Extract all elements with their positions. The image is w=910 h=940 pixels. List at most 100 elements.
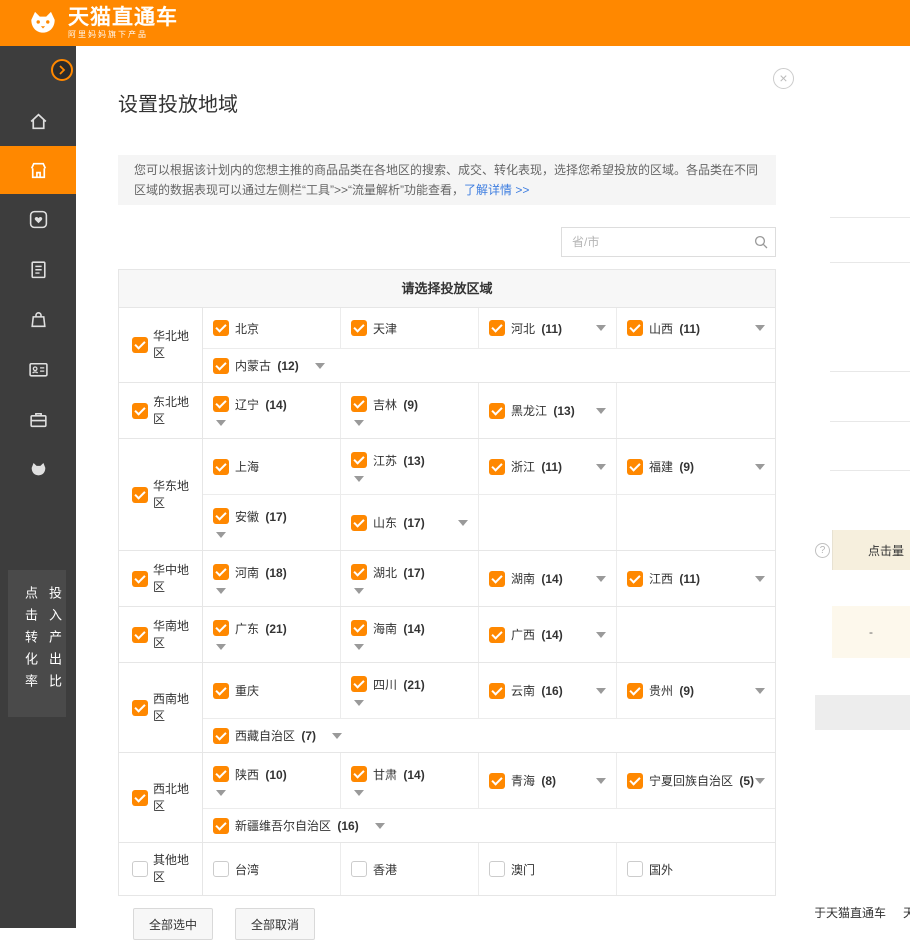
chevron-down-icon[interactable] — [216, 532, 226, 538]
province-cell[interactable]: 江苏 (13) — [341, 439, 479, 494]
chevron-down-icon[interactable] — [596, 464, 606, 470]
province-cell[interactable]: 山西 (11) — [617, 308, 775, 348]
chevron-down-icon[interactable] — [375, 823, 385, 829]
province-cell[interactable]: 贵州 (9) — [617, 663, 775, 718]
close-icon[interactable]: × — [773, 68, 794, 89]
province-cell[interactable]: 辽宁 (14) — [203, 383, 341, 438]
help-icon[interactable]: ? — [815, 543, 830, 558]
region-checkbox[interactable] — [132, 571, 148, 587]
province-checkbox[interactable] — [351, 515, 367, 531]
province-subrow[interactable]: 新疆维吾尔自治区 (16) — [203, 808, 775, 842]
sidebar-item-store[interactable] — [0, 294, 76, 344]
region-checkbox[interactable] — [132, 700, 148, 716]
province-cell[interactable]: 海南 (14) — [341, 607, 479, 662]
chevron-down-icon[interactable] — [755, 325, 765, 331]
province-checkbox[interactable] — [351, 396, 367, 412]
chevron-down-icon[interactable] — [354, 700, 364, 706]
region-checkbox[interactable] — [132, 627, 148, 643]
province-checkbox[interactable] — [213, 861, 229, 877]
sidebar-item-tmall-cat[interactable] — [0, 444, 76, 494]
province-cell[interactable]: 吉林 (9) — [341, 383, 479, 438]
chevron-down-icon[interactable] — [216, 588, 226, 594]
province-cell[interactable]: 甘肃 (14) — [341, 753, 479, 808]
sidebar-item-briefcase[interactable] — [0, 394, 76, 444]
province-checkbox[interactable] — [213, 620, 229, 636]
province-checkbox[interactable] — [213, 459, 229, 475]
province-checkbox[interactable] — [627, 683, 643, 699]
province-checkbox[interactable] — [489, 459, 505, 475]
chevron-down-icon[interactable] — [755, 464, 765, 470]
province-cell[interactable]: 北京 — [203, 308, 341, 348]
province-cell[interactable]: 澳门 — [479, 843, 617, 895]
province-checkbox[interactable] — [213, 320, 229, 336]
province-checkbox[interactable] — [489, 571, 505, 587]
region-cell[interactable]: 华北地区 — [119, 308, 203, 382]
province-checkbox[interactable] — [627, 773, 643, 789]
province-checkbox[interactable] — [213, 564, 229, 580]
province-cell[interactable]: 山东 (17) — [341, 495, 479, 550]
footer-link-about[interactable]: 关于天猫直通车 — [815, 904, 886, 921]
province-checkbox[interactable] — [213, 396, 229, 412]
region-cell[interactable]: 东北地区 — [119, 383, 203, 438]
province-cell[interactable]: 河北 (11) — [479, 308, 617, 348]
region-checkbox[interactable] — [132, 790, 148, 806]
province-cell[interactable]: 广西 (14) — [479, 607, 617, 662]
province-checkbox[interactable] — [213, 683, 229, 699]
region-cell[interactable]: 华南地区 — [119, 607, 203, 662]
chevron-down-icon[interactable] — [354, 588, 364, 594]
chevron-down-icon[interactable] — [596, 688, 606, 694]
chevron-down-icon[interactable] — [596, 576, 606, 582]
sidebar-item-favorites[interactable] — [0, 194, 76, 244]
province-checkbox[interactable] — [351, 676, 367, 692]
region-checkbox[interactable] — [132, 487, 148, 503]
chevron-down-icon[interactable] — [354, 790, 364, 796]
province-checkbox[interactable] — [351, 452, 367, 468]
chevron-down-icon[interactable] — [332, 733, 342, 739]
chevron-down-icon[interactable] — [216, 790, 226, 796]
region-cell[interactable]: 西北地区 — [119, 753, 203, 842]
province-cell[interactable]: 宁夏回族自治区 (5) — [617, 753, 775, 808]
sidebar-collapse-toggle[interactable] — [51, 59, 73, 81]
province-checkbox[interactable] — [489, 320, 505, 336]
province-checkbox[interactable] — [489, 627, 505, 643]
province-checkbox[interactable] — [213, 766, 229, 782]
chevron-down-icon[interactable] — [354, 420, 364, 426]
footer-link-tmall[interactable]: 天猫 — [903, 904, 910, 921]
province-cell[interactable]: 湖南 (14) — [479, 551, 617, 606]
province-checkbox[interactable] — [351, 766, 367, 782]
province-subrow[interactable]: 内蒙古 (12) — [203, 348, 775, 382]
chevron-down-icon[interactable] — [596, 408, 606, 414]
chevron-down-icon[interactable] — [596, 632, 606, 638]
province-checkbox[interactable] — [213, 508, 229, 524]
region-cell[interactable]: 西南地区 — [119, 663, 203, 752]
chevron-down-icon[interactable] — [755, 778, 765, 784]
chevron-down-icon[interactable] — [216, 644, 226, 650]
province-cell[interactable]: 天津 — [341, 308, 479, 348]
select-all-button[interactable]: 全部选中 — [133, 908, 213, 940]
province-cell[interactable]: 安徽 (17) — [203, 495, 341, 550]
chevron-down-icon[interactable] — [315, 363, 325, 369]
province-checkbox[interactable] — [627, 459, 643, 475]
province-checkbox[interactable] — [213, 818, 229, 834]
province-cell[interactable]: 江西 (11) — [617, 551, 775, 606]
region-cell[interactable]: 华东地区 — [119, 439, 203, 550]
region-cell[interactable]: 华中地区 — [119, 551, 203, 606]
province-checkbox[interactable] — [489, 861, 505, 877]
province-cell[interactable]: 香港 — [341, 843, 479, 895]
sidebar-item-report[interactable] — [0, 244, 76, 294]
province-checkbox[interactable] — [213, 728, 229, 744]
province-checkbox[interactable] — [213, 358, 229, 374]
province-cell[interactable]: 陕西 (10) — [203, 753, 341, 808]
province-checkbox[interactable] — [627, 571, 643, 587]
province-cell[interactable]: 重庆 — [203, 663, 341, 718]
province-checkbox[interactable] — [351, 861, 367, 877]
province-cell[interactable]: 黑龙江 (13) — [479, 383, 617, 438]
region-checkbox[interactable] — [132, 403, 148, 419]
province-cell[interactable]: 云南 (16) — [479, 663, 617, 718]
province-checkbox[interactable] — [627, 861, 643, 877]
province-cell[interactable]: 青海 (8) — [479, 753, 617, 808]
province-checkbox[interactable] — [489, 773, 505, 789]
search-icon[interactable] — [754, 235, 768, 249]
region-cell[interactable]: 其他地区 — [119, 843, 203, 895]
chevron-down-icon[interactable] — [596, 325, 606, 331]
